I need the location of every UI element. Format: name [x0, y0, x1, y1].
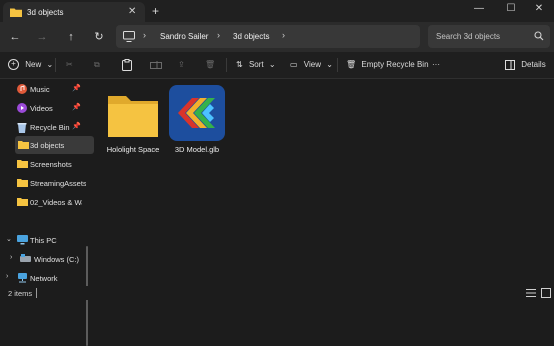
- details-view-icon[interactable]: [526, 288, 536, 298]
- tab-title: 3d objects: [27, 8, 64, 17]
- folder-icon: [18, 140, 29, 149]
- sidebar-item-3d-objects[interactable]: 3d objects: [15, 136, 94, 154]
- copy-icon[interactable]: ⧉: [94, 57, 100, 73]
- drive-icon: [20, 254, 31, 263]
- paste-icon[interactable]: [122, 57, 132, 73]
- file-name: Hololight Space: [106, 145, 160, 154]
- folder-icon: [104, 84, 162, 142]
- empty-recycle-bin-button[interactable]: 🗑 Empty Recycle Bin: [346, 57, 429, 73]
- recycle-bin-icon: 🗑: [346, 60, 357, 69]
- folder-icon: [17, 159, 28, 168]
- item-count: 2 items: [8, 289, 33, 298]
- new-button[interactable]: + New ⌄: [8, 57, 53, 73]
- sidebar-item-network[interactable]: › Network: [0, 269, 92, 287]
- file-item-hololight-space[interactable]: Hololight Space: [98, 82, 168, 162]
- sort-icon: ⇅: [236, 60, 243, 69]
- sidebar-item-this-pc[interactable]: ⌄ This PC: [0, 231, 92, 249]
- recycle-bin-icon: [17, 122, 27, 133]
- file-item-3d-model-glb[interactable]: 3D Model.glb: [162, 82, 232, 162]
- search-box[interactable]: Search 3d objects: [428, 25, 550, 48]
- refresh-button[interactable]: ↻: [90, 28, 108, 46]
- sidebar-item-screenshots[interactable]: Screenshots: [0, 155, 92, 173]
- file-view: Hololight Space 3D Model.glb: [94, 78, 554, 286]
- divider: [55, 58, 56, 72]
- videos-icon: [17, 103, 27, 113]
- network-icon: [17, 273, 28, 283]
- file-name: 3D Model.glb: [174, 145, 220, 154]
- sidebar-item-windows-c[interactable]: › Windows (C:): [0, 250, 92, 268]
- pin-icon: 📌: [72, 123, 81, 130]
- sort-button[interactable]: ⇅ Sort ⌄: [236, 57, 276, 73]
- forward-button[interactable]: →: [33, 28, 51, 46]
- address-bar[interactable]: › Sandro Sailer › 3d objects ›: [116, 25, 420, 48]
- folder-icon: [17, 178, 28, 187]
- share-icon[interactable]: ⇪: [178, 57, 185, 73]
- sidebar-item-recycle-bin[interactable]: Recycle Bin 📌: [0, 118, 92, 136]
- navigation-bar: ← → ↑ ↻ › Sandro Sailer › 3d objects › S…: [0, 22, 554, 52]
- search-icon: [534, 31, 544, 41]
- new-tab-button[interactable]: +: [152, 4, 159, 18]
- view-icon: ▭: [290, 60, 298, 69]
- close-window-button[interactable]: ✕: [524, 0, 554, 22]
- search-placeholder: Search 3d objects: [436, 32, 501, 41]
- maximize-button[interactable]: ☐: [496, 0, 526, 22]
- music-icon: [17, 84, 27, 94]
- expand-chevron-icon[interactable]: ⌄: [6, 235, 12, 243]
- command-bar: + New ⌄ ✂ ⧉ ⇪ 🗑 ⇅ Sort ⌄ ▭ View ⌄ 🗑 Empt…: [0, 52, 554, 79]
- expand-chevron-icon[interactable]: ›: [6, 273, 8, 280]
- breadcrumb-chevron[interactable]: ›: [143, 30, 146, 40]
- back-button[interactable]: ←: [6, 28, 24, 46]
- tab-3d-objects[interactable]: 3d objects ✕: [3, 2, 145, 22]
- tab-close-icon[interactable]: ✕: [128, 6, 136, 17]
- sidebar-item-streamingassets[interactable]: StreamingAssets: [0, 174, 92, 192]
- breadcrumb-sandro-sailer[interactable]: Sandro Sailer: [160, 32, 208, 41]
- up-button[interactable]: ↑: [62, 28, 80, 46]
- sidebar-item-02-videos[interactable]: 02_Videos & Wa: [0, 193, 92, 211]
- status-bar: 2 items: [0, 286, 554, 300]
- pin-icon: 📌: [72, 85, 81, 92]
- rename-icon[interactable]: [150, 57, 162, 73]
- view-button[interactable]: ▭ View ⌄: [290, 57, 333, 73]
- sidebar-item-videos[interactable]: Videos 📌: [0, 99, 92, 117]
- sidebar-item-music[interactable]: Music 📌: [0, 80, 92, 98]
- pin-icon: 📌: [72, 104, 81, 111]
- cut-icon[interactable]: ✂: [66, 57, 73, 73]
- details-pane-icon: [505, 59, 515, 70]
- expand-chevron-icon[interactable]: ›: [10, 254, 12, 261]
- more-options-button[interactable]: ···: [432, 57, 440, 73]
- breadcrumb-chevron[interactable]: ›: [217, 30, 220, 40]
- folder-icon: [17, 197, 28, 206]
- divider: [226, 58, 227, 72]
- details-button[interactable]: Details: [505, 57, 546, 73]
- title-bar: 3d objects ✕ + — ☐ ✕: [0, 0, 554, 22]
- status-divider: [36, 288, 37, 298]
- glb-3d-model-icon: [168, 84, 226, 142]
- minimize-button[interactable]: —: [464, 0, 494, 22]
- navigation-pane: Music 📌 Videos 📌 Recycle Bin 📌 3d object…: [0, 78, 94, 346]
- divider: [337, 58, 338, 72]
- plus-icon: +: [8, 59, 19, 71]
- folder-icon: [10, 7, 22, 17]
- breadcrumb-3d-objects[interactable]: 3d objects: [233, 32, 269, 41]
- this-pc-icon: [17, 235, 28, 245]
- delete-icon[interactable]: 🗑: [205, 57, 215, 73]
- breadcrumb-chevron[interactable]: ›: [282, 30, 285, 40]
- this-pc-icon: [123, 31, 135, 42]
- large-icons-view-icon[interactable]: [541, 288, 551, 298]
